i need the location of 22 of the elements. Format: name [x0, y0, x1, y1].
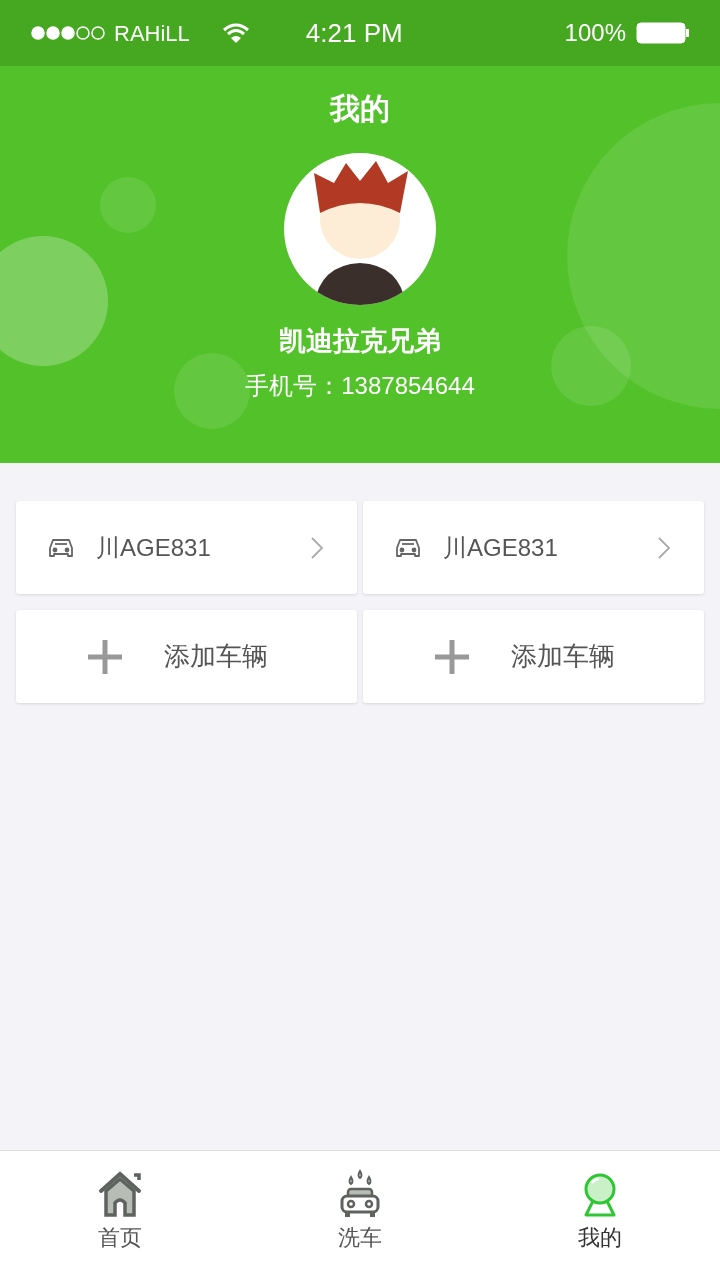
tab-item[interactable]: 洗车: [240, 1151, 480, 1280]
battery-percent: 100%: [564, 18, 626, 48]
plus-icon: [88, 639, 122, 674]
vehicle-card[interactable]: 川AGE831: [16, 501, 357, 594]
phone-number: 手机号：1387854644: [245, 370, 475, 401]
vehicle-card[interactable]: 川AGE831: [363, 501, 704, 594]
tab-item[interactable]: 首页: [0, 1151, 240, 1280]
add-vehicle-button[interactable]: 添加车辆: [16, 610, 357, 703]
page-title: 我的: [330, 91, 390, 127]
plate-number: 川AGE831: [96, 532, 211, 563]
status-time: 4:21 PM: [305, 16, 403, 50]
signal-icon: [30, 25, 106, 41]
add-vehicle-button[interactable]: 添加车辆: [363, 610, 704, 703]
chevron-right-icon: [658, 536, 670, 559]
plus-icon: [435, 639, 469, 674]
battery-icon: [636, 22, 690, 44]
wifi-icon: [221, 22, 250, 44]
carrier-name: RAHiLL: [114, 19, 190, 48]
tab-item[interactable]: 我的: [480, 1151, 720, 1280]
plate-number: 川AGE831: [443, 532, 558, 563]
user-name: 凯迪拉克兄弟: [279, 325, 441, 358]
chevron-right-icon: [311, 536, 323, 559]
